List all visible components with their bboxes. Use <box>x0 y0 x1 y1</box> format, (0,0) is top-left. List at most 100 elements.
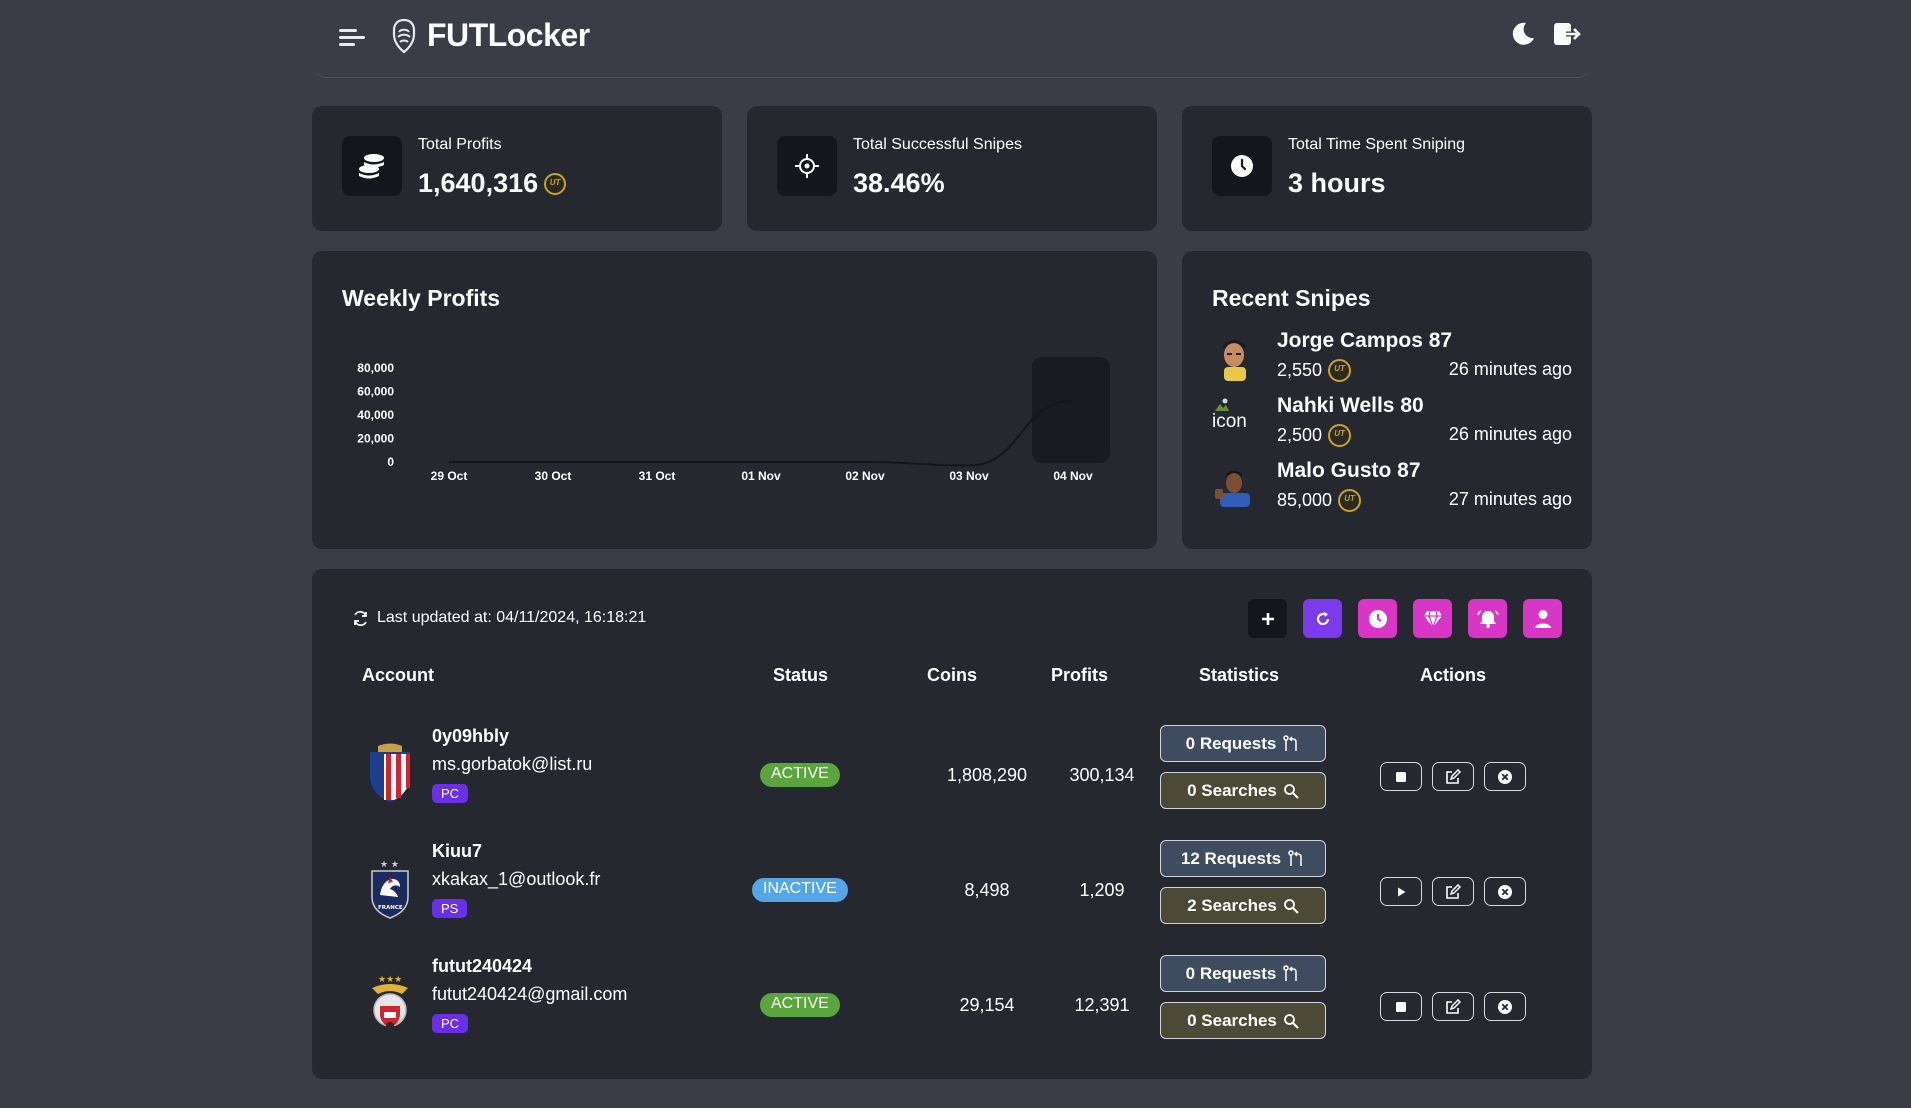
play-icon <box>1398 887 1406 896</box>
searches-button[interactable]: 0 Searches <box>1160 772 1326 809</box>
edit-icon <box>1446 998 1461 1014</box>
profile-button[interactable] <box>1523 599 1562 638</box>
stop-button[interactable] <box>1380 992 1422 1021</box>
edit-icon <box>1446 883 1461 899</box>
clock-icon <box>1368 609 1387 628</box>
platform-badge: PS <box>432 899 468 918</box>
clock-icon <box>1212 136 1272 196</box>
snipe-player-name: Malo Gusto 87 <box>1277 459 1421 482</box>
profits-value: 1,209 <box>1079 880 1125 900</box>
delete-button[interactable] <box>1484 877 1526 906</box>
requests-button[interactable]: 0 Requests <box>1160 955 1326 992</box>
add-account-button[interactable] <box>1248 599 1287 638</box>
refresh-small-icon[interactable] <box>352 610 369 627</box>
searches-button[interactable]: 2 Searches <box>1160 887 1326 924</box>
table-row: ★ ★ FRANCE Kiuu7 xkakax_1@outlook.fr PS … <box>312 831 1592 946</box>
snipe-item[interactable]: icon Nahki Wells 80 2,500 26 minutes ago <box>1212 394 1572 452</box>
requests-button[interactable]: 12 Requests <box>1160 840 1326 877</box>
x-tick-label: 04 Nov <box>1053 469 1093 483</box>
snipe-player-name: Jorge Campos 87 <box>1277 329 1453 352</box>
column-header-status[interactable]: Status <box>773 665 828 686</box>
requests-label: 0 Requests <box>1185 963 1277 983</box>
stop-icon <box>1396 771 1406 782</box>
recent-snipes-card: Recent Snipes Jorge Campos 87 2,550 26 m… <box>1182 251 1592 549</box>
column-header-statistics[interactable]: Statistics <box>1199 665 1279 686</box>
delete-button[interactable] <box>1484 762 1526 791</box>
account-name: futut240424 <box>432 956 533 976</box>
player-avatar <box>1223 340 1246 381</box>
snipe-item[interactable]: Malo Gusto 87 85,000 27 minutes ago <box>1212 459 1572 517</box>
bell-icon <box>1476 609 1499 628</box>
edit-button[interactable] <box>1432 762 1474 791</box>
x-tick-label: 30 Oct <box>535 469 572 483</box>
account-name: Kiuu7 <box>432 841 483 861</box>
y-tick-label: 0 <box>387 455 394 469</box>
x-tick-label: 01 Nov <box>741 469 781 483</box>
stat-card-successful-snipes: Total Successful Snipes 38.46% <box>747 106 1157 231</box>
edit-icon <box>1446 768 1461 784</box>
stat-card-total-profits: Total Profits 1,640,316 <box>312 106 722 231</box>
pull-request-icon <box>1283 734 1298 751</box>
searches-label: 2 Searches <box>1187 895 1277 915</box>
y-tick-label: 20,000 <box>357 432 394 446</box>
column-header-profits[interactable]: Profits <box>1051 665 1108 686</box>
stat-value: 3 hours <box>1288 168 1386 198</box>
snipe-time: 26 minutes ago <box>1448 359 1572 379</box>
refresh-icon <box>1316 611 1329 625</box>
account-email: xkakax_1@outlook.fr <box>432 869 601 889</box>
account-name: 0y09hbly <box>432 726 510 746</box>
refresh-button[interactable] <box>1303 599 1342 638</box>
weekly-profits-card: Weekly Profits 80,000 60,000 40,000 20,000 0… <box>312 251 1157 549</box>
toolbar <box>1248 599 1562 638</box>
coins-value: 1,808,290 <box>946 765 1028 785</box>
coins-value: 29,154 <box>959 995 1015 1015</box>
close-circle-icon <box>1498 999 1512 1014</box>
delete-button[interactable] <box>1484 992 1526 1021</box>
table-row: ★★★ futut240424 futut240424@gmail.com PC… <box>312 946 1592 1061</box>
y-tick-label: 80,000 <box>357 361 394 375</box>
edit-button[interactable] <box>1432 992 1474 1021</box>
recent-snipes-title: Recent Snipes <box>1212 285 1371 311</box>
status-badge: ACTIVE <box>760 763 840 787</box>
svg-text:FRANCE: FRANCE <box>378 905 403 911</box>
stop-button[interactable] <box>1380 762 1422 791</box>
logout-icon[interactable] <box>1552 20 1582 48</box>
stat-label: Total Successful Snipes <box>853 136 1022 153</box>
column-header-actions[interactable]: Actions <box>1420 665 1486 686</box>
notifications-button[interactable] <box>1468 599 1507 638</box>
snipe-price: 85,000 <box>1277 489 1362 512</box>
close-circle-icon <box>1498 884 1512 899</box>
broken-image-icon: icon <box>1212 398 1256 446</box>
requests-label: 12 Requests <box>1180 848 1282 868</box>
requests-button[interactable]: 0 Requests <box>1160 725 1326 762</box>
pull-request-icon <box>1283 964 1298 981</box>
accounts-table-card: Last updated at: 04/11/2024, 16:18:21 Ac… <box>312 569 1592 1079</box>
column-header-account[interactable]: Account <box>362 665 434 686</box>
menu-icon[interactable] <box>339 27 367 49</box>
coin-icon <box>1328 424 1352 447</box>
profits-value: 300,134 <box>1069 765 1135 785</box>
stat-card-time-spent: Total Time Spent Sniping 3 hours <box>1182 106 1592 231</box>
column-header-coins[interactable]: Coins <box>927 665 977 686</box>
svg-text:★★★: ★★★ <box>378 975 402 985</box>
snipe-item[interactable]: Jorge Campos 87 2,550 26 minutes ago <box>1212 329 1572 387</box>
play-button[interactable] <box>1380 877 1422 906</box>
x-tick-label: 29 Oct <box>431 469 468 483</box>
requests-label: 0 Requests <box>1185 733 1277 753</box>
dark-mode-toggle-icon[interactable] <box>1509 20 1537 48</box>
schedule-button[interactable] <box>1358 599 1397 638</box>
stop-icon <box>1396 1001 1406 1012</box>
searches-label: 0 Searches <box>1187 1010 1277 1030</box>
player-avatar <box>1215 470 1250 507</box>
france-crest-icon: ★ ★ FRANCE <box>371 860 409 919</box>
snipe-price-value: 2,550 <box>1277 360 1323 380</box>
snipe-price-value: 2,500 <box>1277 425 1323 445</box>
y-tick-label: 60,000 <box>357 385 394 399</box>
searches-button[interactable]: 0 Searches <box>1160 1002 1326 1039</box>
snipe-time: 26 minutes ago <box>1448 424 1572 444</box>
edit-button[interactable] <box>1432 877 1474 906</box>
premium-button[interactable] <box>1413 599 1452 638</box>
last-updated: Last updated at: 04/11/2024, 16:18:21 <box>352 609 646 627</box>
snipe-price-value: 85,000 <box>1277 490 1333 510</box>
top-header: FUTLocker <box>312 0 1592 78</box>
